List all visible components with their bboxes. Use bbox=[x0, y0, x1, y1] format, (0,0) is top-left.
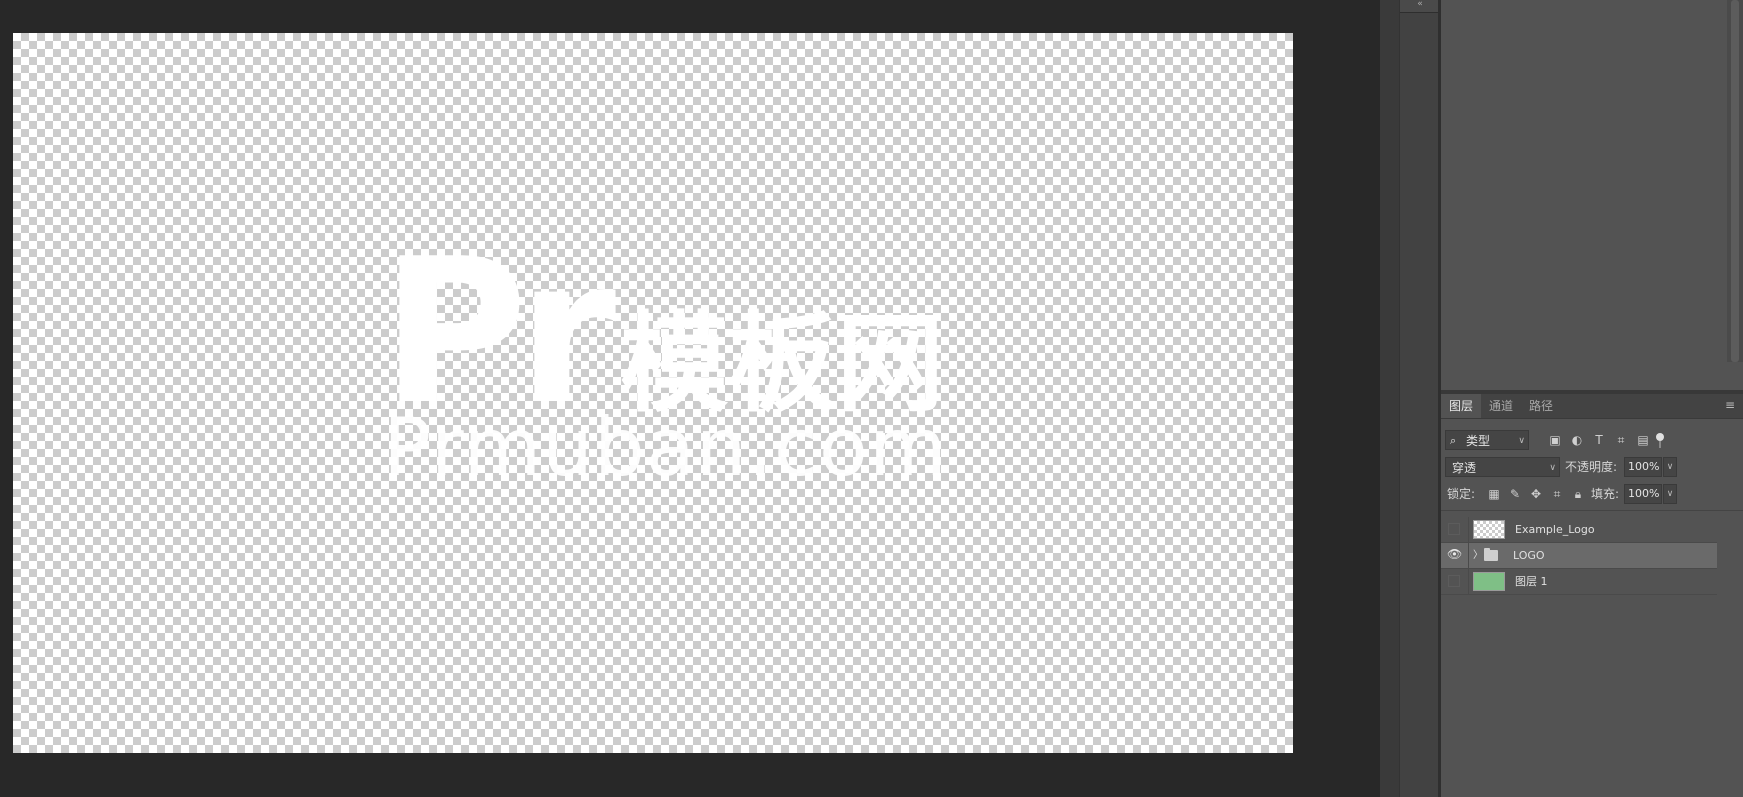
layer-row-layer-1[interactable]: 图层 1 bbox=[1441, 569, 1717, 595]
layers-scrollbar[interactable] bbox=[1720, 511, 1738, 797]
lock-image-pixels-icon[interactable]: ✎ bbox=[1507, 486, 1523, 502]
tab-paths[interactable]: 路径 bbox=[1521, 394, 1561, 418]
dock-gutter bbox=[1380, 0, 1399, 797]
layer-row-logo-group[interactable]: 👁︎ 〉 LOGO bbox=[1441, 543, 1717, 569]
lock-artboard-icon[interactable]: ⌗ bbox=[1549, 486, 1565, 502]
image-filter-icon[interactable]: ▣ bbox=[1547, 432, 1563, 448]
lock-label: 锁定: bbox=[1447, 487, 1476, 501]
layer-name: LOGO bbox=[1513, 549, 1545, 562]
right-panel-column: 图层 通道 路径 ≡ ⌕ 类型 ∨ ▣ ◐ T ⌗ ▤ 穿透 ∨ 不透明度: 1… bbox=[1441, 0, 1743, 797]
blend-row: 穿透 ∨ 不透明度: 100% ∨ bbox=[1441, 457, 1743, 479]
lock-all-icon[interactable]: 🔒︎ bbox=[1570, 486, 1586, 502]
layer-name: Example_Logo bbox=[1515, 523, 1595, 536]
adjustment-filter-icon[interactable]: ◐ bbox=[1569, 432, 1585, 448]
search-icon: ⌕ bbox=[1450, 434, 1457, 447]
layer-thumbnail bbox=[1473, 572, 1505, 591]
lock-position-icon[interactable]: ✥ bbox=[1528, 486, 1544, 502]
layers-panel-tabs: 图层 通道 路径 ≡ bbox=[1441, 394, 1743, 419]
layers-divider bbox=[1441, 510, 1743, 511]
tab-layers[interactable]: 图层 bbox=[1441, 394, 1482, 418]
hidden-eye-icon bbox=[1448, 523, 1460, 535]
chevron-down-icon: ∨ bbox=[1549, 463, 1556, 473]
blend-mode-select[interactable]: 穿透 ∨ bbox=[1445, 457, 1560, 477]
scrollbar-thumb[interactable] bbox=[1731, 0, 1739, 362]
upper-panel bbox=[1441, 0, 1743, 390]
chevron-down-icon: ∨ bbox=[1518, 436, 1525, 446]
logo-url-text: Prmuban.com bbox=[383, 401, 948, 494]
opacity-label: 不透明度: bbox=[1565, 460, 1618, 474]
hidden-eye-icon bbox=[1448, 575, 1460, 587]
lock-transparent-pixels-icon[interactable]: ▦ bbox=[1486, 486, 1502, 502]
dock-collapse-icon[interactable]: « bbox=[1400, 0, 1440, 13]
layer-name: 图层 1 bbox=[1515, 575, 1548, 588]
visibility-toggle[interactable] bbox=[1441, 569, 1469, 594]
type-filter-icon[interactable]: T bbox=[1591, 432, 1607, 448]
filter-toggle-icon[interactable] bbox=[1656, 433, 1664, 448]
eye-icon: 👁︎ bbox=[1447, 547, 1463, 561]
document-workspace: Pr 模板网 Prmuban.com bbox=[0, 0, 1380, 797]
panel-menu-icon[interactable]: ≡ bbox=[1723, 398, 1737, 412]
layer-row-example-logo[interactable]: Example_Logo bbox=[1441, 517, 1717, 543]
tab-channels[interactable]: 通道 bbox=[1481, 394, 1521, 418]
layer-filter-row: ⌕ 类型 ∨ ▣ ◐ T ⌗ ▤ bbox=[1441, 430, 1743, 452]
fill-dropdown-icon[interactable]: ∨ bbox=[1663, 484, 1677, 504]
document-canvas[interactable]: Pr 模板网 Prmuban.com bbox=[13, 33, 1293, 753]
lock-row: 锁定: ▦ ✎ ✥ ⌗ 🔒︎ 填充: 100% ∨ bbox=[1441, 484, 1743, 506]
filter-kind-select[interactable]: ⌕ 类型 ∨ bbox=[1445, 430, 1529, 450]
visibility-toggle[interactable]: 👁︎ bbox=[1441, 543, 1469, 568]
layers-panel: 图层 通道 路径 ≡ ⌕ 类型 ∨ ▣ ◐ T ⌗ ▤ 穿透 ∨ 不透明度: 1… bbox=[1441, 394, 1743, 797]
collapsed-panel-dock: « bbox=[1399, 0, 1440, 797]
visibility-toggle[interactable] bbox=[1441, 517, 1469, 542]
fill-input[interactable]: 100% bbox=[1624, 484, 1662, 504]
layer-thumbnail bbox=[1473, 520, 1505, 539]
shape-filter-icon[interactable]: ⌗ bbox=[1613, 432, 1629, 448]
fill-label: 填充: bbox=[1591, 487, 1620, 501]
opacity-dropdown-icon[interactable]: ∨ bbox=[1663, 457, 1677, 477]
folder-icon bbox=[1484, 548, 1498, 561]
filter-kind-label: 类型 bbox=[1466, 434, 1491, 448]
upper-panel-scrollbar[interactable] bbox=[1727, 0, 1743, 362]
smart-object-filter-icon[interactable]: ▤ bbox=[1635, 432, 1651, 448]
opacity-input[interactable]: 100% bbox=[1624, 457, 1662, 477]
chevron-right-icon[interactable]: 〉 bbox=[1473, 543, 1483, 568]
blend-mode-value: 穿透 bbox=[1452, 461, 1477, 475]
